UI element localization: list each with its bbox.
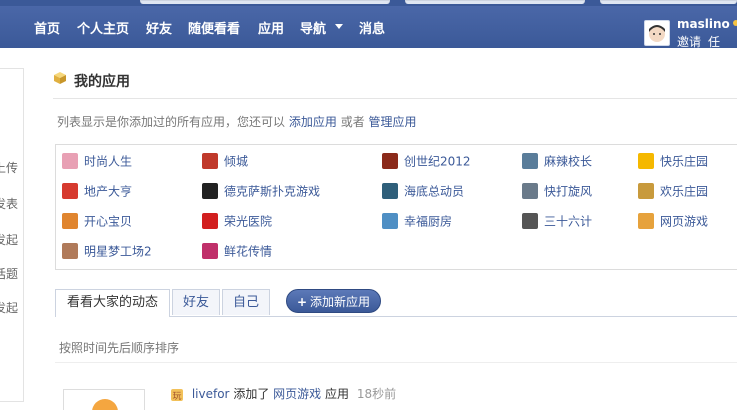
divider: [53, 98, 737, 99]
app-item[interactable]: 创世纪2012: [382, 152, 471, 170]
star-girl-icon: [62, 242, 78, 259]
nav-messages[interactable]: 消息: [359, 18, 385, 37]
add-new-app-label: 添加新应用: [310, 295, 371, 309]
nav-explore[interactable]: 随便看看: [188, 18, 240, 37]
app-label: 快乐庄园: [660, 154, 709, 169]
realestate-icon: [62, 182, 78, 199]
nav-apps[interactable]: 应用: [258, 18, 284, 37]
browser-tab-3[interactable]: [600, 0, 737, 4]
poker-chip-icon: [202, 182, 218, 199]
app-label: 时尚人生: [84, 154, 133, 169]
school-house-icon: [522, 152, 538, 169]
app-item[interactable]: 德克萨斯扑克游戏: [202, 182, 320, 200]
invite-link[interactable]: 邀请: [677, 35, 701, 49]
app-item[interactable]: 快乐庄园: [638, 152, 708, 170]
app-item[interactable]: 荣光医院: [202, 212, 272, 230]
app-label: 欢乐庄园: [660, 184, 709, 199]
tab-friends[interactable]: 好友: [172, 289, 220, 315]
app-item[interactable]: 鲜花传情: [202, 242, 272, 260]
user-name[interactable]: maslino: [677, 17, 730, 31]
app-label: 地产大亨: [84, 184, 133, 199]
feed-verb: 添加了: [233, 387, 270, 401]
app-item[interactable]: 网页游戏: [638, 212, 708, 230]
app-item[interactable]: 快打旋风: [522, 182, 592, 200]
left-item-start-2[interactable]: 发起: [0, 299, 18, 316]
happy-baby-icon: [62, 212, 78, 229]
page-title: 我的应用: [74, 74, 130, 90]
strategy-icon: [522, 212, 538, 229]
top-navbar: 首页 个人主页 好友 随便看看 应用 导航 消息 maslino 邀请 任务: [0, 6, 737, 66]
feed-item: 玩 livefor 添加了 网页游戏 应用 18秒前: [170, 385, 396, 402]
left-sidebar: 上传 发表 发起 话题 发起: [0, 68, 24, 402]
feed-app-link[interactable]: 网页游戏: [273, 387, 321, 401]
app-item[interactable]: 麻辣校长: [522, 152, 592, 170]
tab-everyone-feed[interactable]: 看看大家的动态: [55, 289, 170, 317]
left-item-start[interactable]: 发起: [0, 231, 18, 248]
avatar[interactable]: [644, 20, 670, 46]
feed-suffix: 应用: [325, 387, 350, 401]
webgame-icon: 玩: [171, 388, 183, 402]
plus-icon: +: [296, 295, 308, 309]
app-label: 荣光医院: [224, 214, 273, 229]
feed-time: 18秒前: [356, 387, 397, 401]
flower-icon: [202, 242, 218, 259]
manage-app-link[interactable]: 管理应用: [369, 115, 417, 129]
tab-self[interactable]: 自己: [222, 289, 270, 315]
app-label: 创世纪2012: [404, 154, 471, 169]
browser-tab-2[interactable]: [405, 0, 585, 4]
left-item-post[interactable]: 发表: [0, 195, 18, 212]
chick-icon: [638, 152, 654, 169]
nav-friends[interactable]: 好友: [146, 18, 172, 37]
desc-text: 列表显示是你添加过的所有应用，您还可以: [57, 115, 286, 129]
desc-or-text: 或者: [340, 115, 365, 129]
add-new-app-button[interactable]: + 添加新应用: [286, 289, 381, 313]
add-app-link[interactable]: 添加应用: [289, 115, 337, 129]
sea-icon: [382, 182, 398, 199]
box-icon: [54, 72, 66, 84]
nav-profile[interactable]: 个人主页: [77, 18, 129, 37]
left-item-topic[interactable]: 话题: [0, 265, 18, 282]
app-item[interactable]: 时尚人生: [62, 152, 132, 170]
chevron-down-icon[interactable]: [335, 24, 343, 29]
app-label: 倾城: [224, 154, 249, 169]
app-label: 开心宝贝: [84, 214, 133, 229]
app-item[interactable]: 海底总动员: [382, 182, 464, 200]
app-label: 鲜花传情: [224, 244, 273, 259]
app-item[interactable]: 明星梦工场2: [62, 242, 152, 260]
fighter-icon: [522, 182, 538, 199]
user-links: 邀请 任务: [677, 33, 737, 67]
app-label: 海底总动员: [404, 184, 465, 199]
genesis-icon: [382, 152, 398, 169]
sort-note: 按照时间先后顺序排序: [59, 341, 180, 355]
app-label: 幸福厨房: [404, 214, 453, 229]
app-item[interactable]: 地产大亨: [62, 182, 132, 200]
app-label: 麻辣校长: [544, 154, 593, 169]
app-label: 网页游戏: [660, 214, 709, 229]
app-item[interactable]: 开心宝贝: [62, 212, 132, 230]
app-label: 快打旋风: [544, 184, 593, 199]
farm-icon: [638, 182, 654, 199]
hospital-cross-icon: [202, 212, 218, 229]
fashion-girl-icon: [62, 152, 78, 169]
webgame-icon: [638, 212, 654, 229]
feed-divider: [55, 362, 737, 363]
app-item[interactable]: 欢乐庄园: [638, 182, 708, 200]
app-item[interactable]: 幸福厨房: [382, 212, 452, 230]
left-item-upload[interactable]: 上传: [0, 159, 18, 176]
app-label: 三十六计: [544, 214, 593, 229]
nav-home[interactable]: 首页: [34, 18, 60, 37]
nav-navigation[interactable]: 导航: [300, 18, 326, 37]
app-item[interactable]: 三十六计: [522, 212, 592, 230]
kitchen-icon: [382, 212, 398, 229]
qingcheng-icon: [202, 152, 218, 169]
app-label: 德克萨斯扑克游戏: [224, 184, 321, 199]
notification-dot-icon: [733, 20, 737, 26]
app-label: 明星梦工场2: [84, 244, 152, 259]
page-description: 列表显示是你添加过的所有应用，您还可以 添加应用 或者 管理应用: [57, 113, 417, 130]
app-item[interactable]: 倾城: [202, 152, 248, 170]
browser-tab-1[interactable]: [140, 0, 390, 4]
feed-user-link[interactable]: livefor: [192, 387, 230, 401]
